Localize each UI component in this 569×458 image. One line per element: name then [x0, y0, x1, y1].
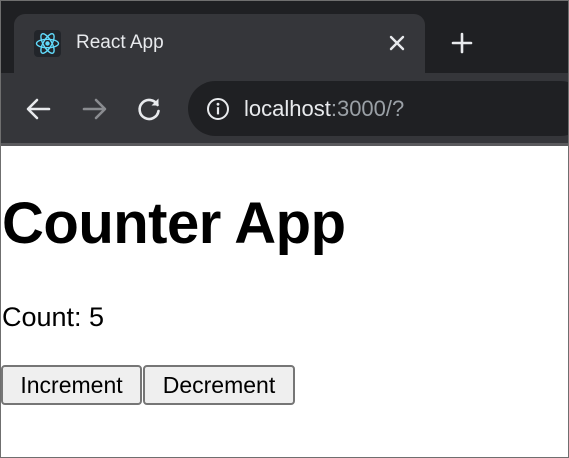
arrow-right-icon[interactable]: [80, 95, 108, 123]
url-text: localhost:3000/?: [244, 96, 404, 122]
browser-window: React App localhost:3000/? Counter App C…: [0, 0, 569, 458]
info-icon[interactable]: [206, 97, 230, 121]
page-title: Counter App: [2, 191, 346, 256]
address-bar[interactable]: localhost:3000/?: [188, 81, 568, 136]
tab-react-app[interactable]: React App: [14, 14, 425, 73]
react-logo-icon: [34, 30, 61, 57]
arrow-left-icon[interactable]: [25, 95, 53, 123]
close-icon[interactable]: [387, 33, 407, 53]
browser-toolbar: localhost:3000/?: [1, 73, 568, 143]
count-display: Count: 5: [2, 302, 105, 332]
tab-strip: React App: [1, 1, 568, 73]
page-content: Counter App Count: 5 Increment Decrement: [1, 146, 568, 457]
url-path: :3000/?: [330, 96, 405, 121]
tab-title: React App: [76, 32, 164, 53]
increment-button[interactable]: Increment: [1, 365, 142, 405]
plus-icon[interactable]: [450, 31, 474, 55]
decrement-button[interactable]: Decrement: [143, 365, 295, 405]
reload-icon[interactable]: [135, 95, 163, 123]
url-host: localhost: [244, 96, 331, 121]
